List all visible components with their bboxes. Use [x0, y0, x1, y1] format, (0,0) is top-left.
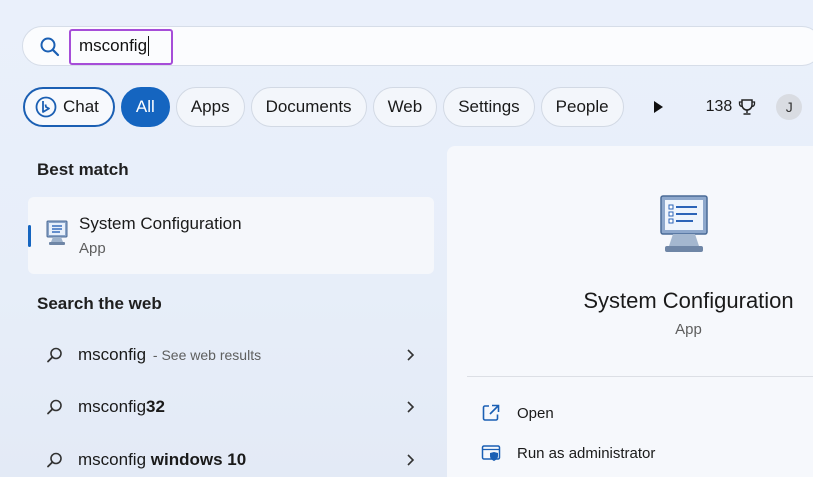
system-configuration-icon [46, 220, 68, 245]
filter-web[interactable]: Web [372, 87, 438, 127]
details-title: System Configuration [583, 288, 794, 313]
web-result-text: msconfig - See web results [78, 345, 261, 365]
web-result-text: msconfig32 [78, 397, 165, 417]
filter-settings[interactable]: Settings [443, 87, 535, 127]
run-as-admin-label: Run as administrator [517, 444, 656, 462]
bing-chat-icon [35, 96, 57, 118]
details-subtitle: App [675, 321, 702, 338]
best-match-heading: Best match [37, 160, 129, 179]
best-match-subtitle: App [79, 240, 106, 257]
text-caret [148, 36, 150, 56]
selection-indicator [28, 225, 31, 247]
trophy-icon [739, 99, 756, 115]
web-result-1[interactable]: msconfig - See web results [46, 335, 416, 375]
filter-people[interactable]: People [540, 87, 624, 127]
chevron-right-icon [407, 401, 415, 413]
search-icon [47, 452, 62, 468]
search-icon [47, 399, 62, 415]
system-configuration-icon [660, 195, 708, 252]
web-result-2[interactable]: msconfig32 [46, 387, 416, 427]
query-completion: windows 10 [146, 450, 247, 469]
web-result-3[interactable]: msconfig windows 10 [46, 440, 416, 477]
details-panel: System Configuration App Open Run as adm… [447, 146, 813, 477]
run-as-admin-button[interactable]: Run as administrator [481, 441, 655, 465]
play-icon[interactable] [648, 97, 668, 117]
query-prefix: msconfig [78, 450, 147, 469]
query-prefix: msconfig [78, 397, 147, 416]
search-input[interactable]: msconfig [79, 36, 150, 56]
filter-apps[interactable]: Apps [175, 87, 245, 127]
shield-icon [481, 445, 501, 461]
filter-documents[interactable]: Documents [250, 87, 367, 127]
chat-label: Chat [63, 97, 99, 116]
rewards-points: 138 [705, 98, 733, 115]
search-icon [47, 347, 62, 363]
web-result-text: msconfig windows 10 [78, 450, 246, 470]
rewards-counter[interactable]: 138 [706, 98, 757, 116]
avatar[interactable]: J [776, 94, 803, 120]
open-external-icon [482, 404, 500, 421]
chevron-right-icon [407, 349, 415, 361]
best-match-result[interactable]: System Configuration App [28, 197, 434, 274]
search-web-heading: Search the web [37, 294, 162, 313]
chevron-right-icon [407, 454, 415, 466]
open-label: Open [517, 404, 554, 422]
query-completion: 32 [146, 397, 165, 416]
open-button[interactable]: Open [481, 401, 554, 425]
best-match-title: System Configuration [79, 214, 242, 233]
chat-button[interactable]: Chat [23, 87, 115, 127]
query-prefix: msconfig [78, 345, 147, 364]
search-query: msconfig [79, 36, 148, 55]
search-icon [40, 37, 60, 57]
divider [467, 376, 813, 377]
filter-bar: Chat All Apps Documents Web Settings Peo… [23, 87, 803, 127]
filter-all[interactable]: All [120, 87, 170, 127]
search-box[interactable]: msconfig [22, 26, 813, 66]
see-web-results-label: - See web results [149, 347, 262, 363]
